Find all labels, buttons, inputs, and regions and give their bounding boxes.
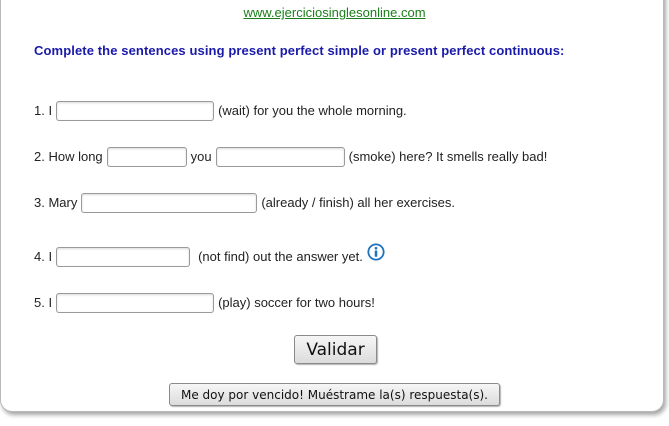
exercise-5-prefix: 5. I [34,295,53,310]
exercise-2-prefix: 2. How long [34,149,103,164]
exercise-2-middle: you [190,149,212,164]
exercise-3-answer-input[interactable] [81,193,258,213]
exercise-4-prefix: 4. I [34,249,53,264]
exercise-2-answer-input-a[interactable] [106,147,187,167]
exercise-3-prefix: 3. Mary [34,195,78,210]
exercise-1-answer-input[interactable] [56,101,215,121]
exercise-2-answer-input-b[interactable] [215,147,345,167]
exercise-1-prefix: 1. I [34,103,53,118]
instruction-text: Complete the sentences using present per… [34,43,565,58]
exercise-3: 3. Mary (already / finish) all her exerc… [34,192,455,214]
exercise-3-suffix: (already / finish) all her exercises. [261,195,455,210]
exercise-1: 1. I (wait) for you the whole morning. [34,100,407,122]
exercise-5-suffix: (play) soccer for two hours! [218,295,375,310]
exercise-5: 5. I (play) soccer for two hours! [34,292,375,314]
exercise-2: 2. How long you (smoke) here? It smells … [34,146,547,168]
exercise-1-suffix: (wait) for you the whole morning. [218,103,407,118]
exercise-2-suffix: (smoke) here? It smells really bad! [348,149,548,164]
validate-button[interactable]: Validar [294,335,377,364]
exercise-4-answer-input[interactable] [56,247,191,267]
exercise-5-answer-input[interactable] [56,293,215,313]
info-circle-icon[interactable] [367,243,385,261]
show-answers-button[interactable]: Me doy por vencido! Muéstrame la(s) resp… [169,383,500,406]
exercise-4: 4. I (not find) out the answer yet. [34,243,385,268]
site-link[interactable]: www.ejerciciosinglesonline.com [0,5,669,20]
exercise-4-suffix: (not find) out the answer yet. [198,249,363,264]
